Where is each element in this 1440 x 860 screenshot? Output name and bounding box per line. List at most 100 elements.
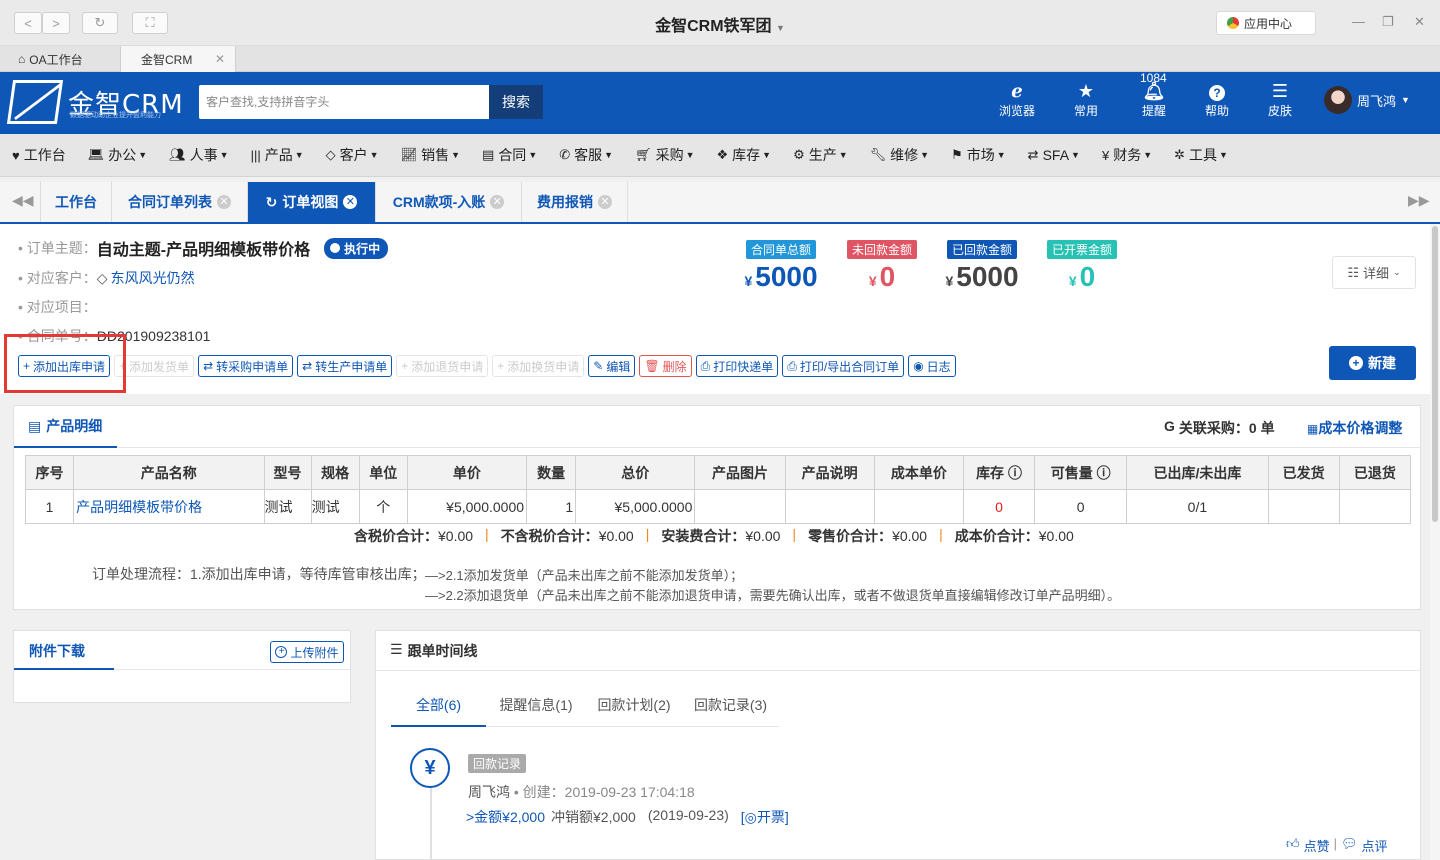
- user-menu[interactable]: 周飞鸿 ▼: [1324, 86, 1410, 114]
- print-express-button[interactable]: ⎙ 打印快递单: [695, 355, 779, 377]
- log-button[interactable]: ◉ 日志: [908, 355, 956, 377]
- tabs-prev-icon[interactable]: ◀◀: [12, 192, 34, 209]
- tab-label: 费用报销: [537, 194, 593, 210]
- status-text: 执行中: [344, 241, 381, 256]
- column-header: 可售量 ⓘ: [1034, 455, 1128, 490]
- table-cell: [694, 489, 786, 524]
- total-label: 不含税价合计：: [500, 528, 599, 544]
- reminder-shortcut[interactable]: 🔔︎ 提醒: [1124, 80, 1184, 119]
- table-cell: 测试: [310, 489, 360, 524]
- menu-item-contract[interactable]: ▤ 合同 ▼: [482, 145, 537, 165]
- menu-item-label: 库存: [732, 147, 761, 163]
- menu-item-product[interactable]: ||| 产品 ▼: [251, 145, 304, 165]
- tab-contract-order-list[interactable]: 合同订单列表 ✕: [112, 182, 248, 222]
- record-meta: 周飞鸿 • 创建：2019-09-23 17:04:18: [468, 782, 695, 802]
- new-label: 新建: [1368, 355, 1396, 371]
- add-return-request-button[interactable]: + 添加退货申请: [396, 355, 489, 377]
- product-detail-tab[interactable]: ▤ 产品明细: [28, 416, 102, 436]
- help-shortcut[interactable]: ? 帮助: [1187, 80, 1247, 119]
- close-icon[interactable]: ✕: [343, 195, 358, 209]
- close-icon[interactable]: ✕: [215, 52, 225, 66]
- search-input[interactable]: [199, 85, 489, 119]
- menu-item-purchase[interactable]: 🛒︎ 采购 ▼: [635, 145, 694, 165]
- menu-item-inventory[interactable]: ❖ 库存 ▼: [717, 145, 772, 165]
- table-cell: [1338, 489, 1412, 524]
- minimize-button[interactable]: —: [1352, 14, 1365, 29]
- timeline-tab-reminders[interactable]: 提醒信息(1): [486, 695, 586, 715]
- detail-dropdown[interactable]: ☷ 详细 ⌄: [1332, 256, 1416, 289]
- favorites-shortcut[interactable]: ★ 常用: [1056, 80, 1116, 119]
- table-header-row: 序号 产品名称 型号 规格 单位 单价 数量 总价 产品图片 产品说明 成本单价…: [24, 455, 1412, 490]
- record-type-badge: 回款记录: [468, 754, 527, 773]
- users-icon: 👥︎: [169, 147, 186, 162]
- tab-expense[interactable]: 费用报销 ✕: [522, 182, 628, 222]
- menu-item-workbench[interactable]: ♥ 工作台: [12, 145, 66, 165]
- chevron-down-icon[interactable]: ▼: [776, 23, 785, 33]
- timeline-tab-payment-plan[interactable]: 回款计划(2): [586, 695, 682, 715]
- attachments-tab[interactable]: 附件下载: [29, 641, 85, 661]
- cost-adjust-link[interactable]: ▦成本价格调整: [1307, 418, 1402, 438]
- menu-item-office[interactable]: 💻︎ 办公 ▼: [88, 145, 147, 165]
- menu-item-sfa[interactable]: ⇄ SFA ▼: [1028, 147, 1080, 163]
- scrollbar-thumb[interactable]: [1432, 226, 1438, 522]
- caret-down-icon: ▼: [451, 150, 461, 160]
- timeline-tab-all[interactable]: 全部(6): [391, 695, 486, 715]
- product-name-link[interactable]: 产品明细模板带价格: [73, 489, 265, 524]
- to-purchase-request-button[interactable]: ⇄ 转采购申请单: [198, 355, 294, 377]
- close-icon[interactable]: ✕: [217, 195, 231, 209]
- customer-link[interactable]: 东风风光仍然: [111, 268, 195, 288]
- edit-button[interactable]: ✎ 编辑: [588, 355, 636, 377]
- search-button[interactable]: 搜索: [489, 85, 543, 119]
- menu-item-market[interactable]: ⚑ 市场 ▼: [951, 145, 1006, 165]
- order-subject: 自动主题-产品明细模板带价格: [96, 242, 311, 259]
- caret-down-icon: ▼: [685, 150, 695, 160]
- delete-button[interactable]: 🗑 删除: [639, 355, 692, 377]
- table-cell: 测试: [263, 489, 312, 524]
- invoice-link[interactable]: [◎开票]: [741, 807, 789, 827]
- menu-item-production[interactable]: ⚙ 生产 ▼: [793, 145, 848, 165]
- tabs-next-icon[interactable]: ▶▶: [1408, 192, 1430, 209]
- add-delivery-note-button[interactable]: + 添加发货单: [114, 355, 195, 377]
- restore-button[interactable]: ❐: [1382, 14, 1394, 30]
- browser-tab-crm[interactable]: 金智CRM ✕: [120, 46, 236, 72]
- bullet: •: [18, 240, 27, 256]
- linked-purchase[interactable]: G 关联采购：0 单: [1164, 418, 1275, 438]
- tab-workbench[interactable]: 工作台: [40, 182, 112, 222]
- close-icon[interactable]: ✕: [598, 195, 612, 209]
- record-amount-link[interactable]: >金额¥2,000: [466, 807, 545, 827]
- currency-symbol: ¥: [868, 273, 877, 289]
- timeline-tab-payment-records[interactable]: 回款记录(3): [682, 695, 779, 715]
- skin-shortcut[interactable]: ☰ 皮肤: [1250, 80, 1310, 119]
- menu-item-hr[interactable]: 👥︎ 人事 ▼: [169, 145, 228, 165]
- info-icon[interactable]: ⓘ: [1097, 465, 1111, 481]
- to-production-request-button[interactable]: ⇄ 转生产申请单: [297, 355, 393, 377]
- add-exchange-request-button[interactable]: + 添加换货申请: [492, 355, 585, 377]
- new-button[interactable]: + 新建: [1329, 346, 1416, 380]
- browser-tab-oa[interactable]: ⌂ OA工作台: [8, 46, 93, 72]
- refresh-icon[interactable]: ↻: [266, 194, 278, 211]
- menu-item-finance[interactable]: ¥ 财务 ▼: [1102, 145, 1152, 165]
- menu-item-sales[interactable]: 📈︎ 销售 ▼: [401, 145, 460, 165]
- main-menu: ♥ 工作台 💻︎ 办公 ▼ 👥︎ 人事 ▼ ||| 产品 ▼ ◇ 客户 ▼ 📈︎ 销售 ▼ ▤ 合同 ▼ …: [0, 134, 1440, 177]
- app-center-button[interactable]: 应用中心: [1216, 11, 1316, 35]
- menu-item-service[interactable]: ✆ 客服 ▼: [559, 145, 613, 165]
- menu-item-repair[interactable]: 🔧︎ 维修 ▼: [870, 145, 929, 165]
- close-window-button[interactable]: ✕: [1414, 14, 1425, 30]
- info-icon[interactable]: ⓘ: [1008, 465, 1022, 481]
- button-label: 添加发货单: [129, 359, 190, 374]
- total-label: 安装费合计：: [661, 528, 746, 544]
- table-cell: 1: [24, 489, 75, 524]
- project-row: • 对应项目：: [18, 297, 97, 317]
- comment-link[interactable]: 点评: [1362, 836, 1388, 855]
- menu-item-customer[interactable]: ◇ 客户 ▼: [326, 145, 379, 165]
- upload-attachment-button[interactable]: + 上传附件: [270, 641, 344, 663]
- home-icon: ⌂: [18, 52, 26, 66]
- browser-shortcut[interactable]: ℯ 浏览器: [987, 80, 1047, 119]
- tab-order-view[interactable]: ↻ 订单视图 ✕: [248, 182, 376, 222]
- ie-icon: ℯ: [1011, 81, 1023, 101]
- close-icon[interactable]: ✕: [490, 195, 505, 209]
- print-export-contract-button[interactable]: ⎙ 打印/导出合同订单: [782, 355, 905, 377]
- like-link[interactable]: 点赞: [1304, 836, 1330, 855]
- menu-item-tools[interactable]: ✲ 工具 ▼: [1174, 145, 1228, 165]
- tab-crm-payment[interactable]: CRM款项-入账 ✕: [376, 182, 522, 222]
